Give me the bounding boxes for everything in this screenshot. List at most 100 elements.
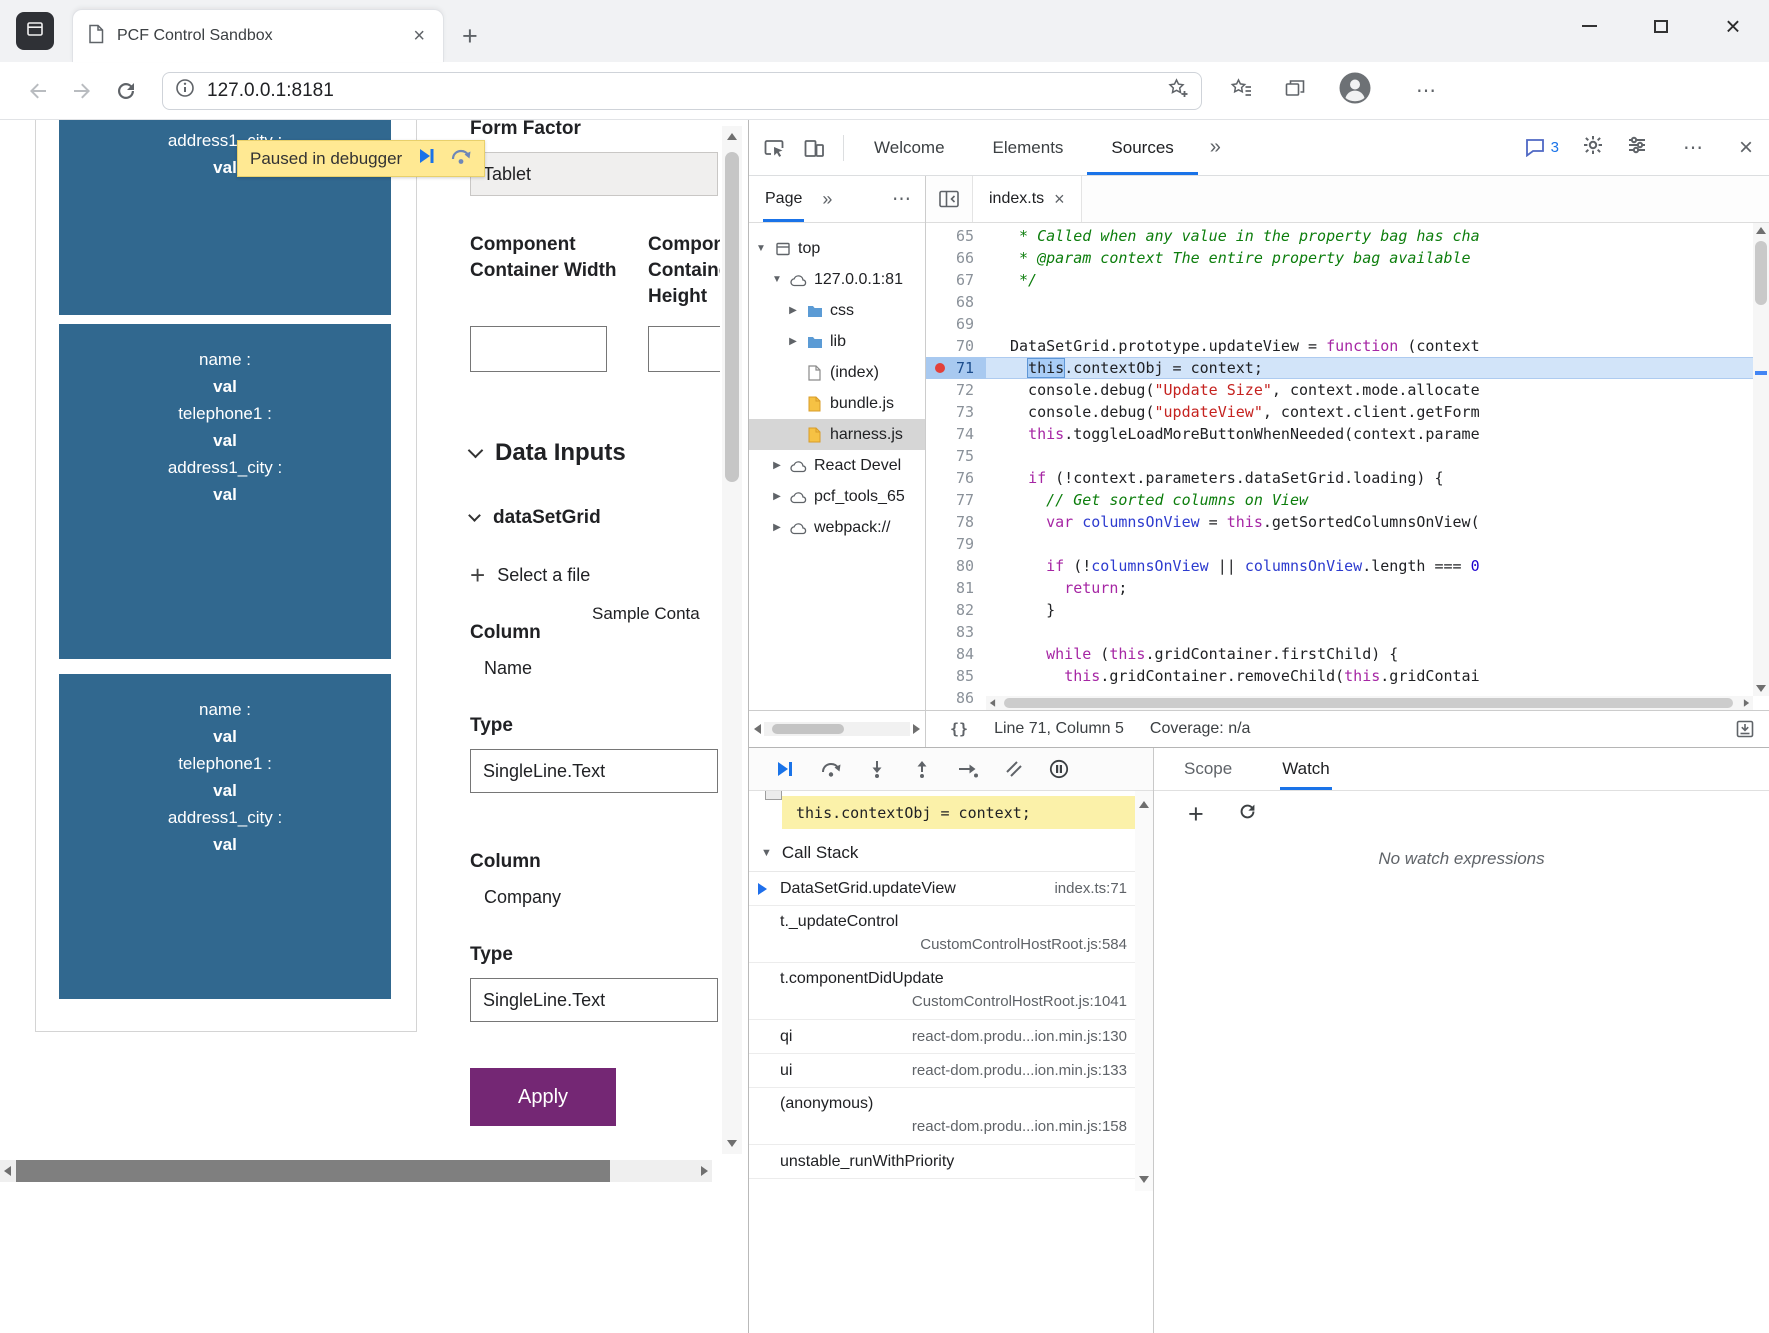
site-info-icon[interactable] — [175, 78, 195, 103]
inspect-element-icon[interactable] — [763, 137, 785, 159]
editor-horizontal-scrollbar[interactable] — [986, 696, 1753, 710]
tree-item-bundle-js[interactable]: bundle.js — [749, 388, 925, 419]
step-button[interactable] — [957, 759, 979, 779]
file-tab-close-icon[interactable]: × — [1054, 189, 1065, 210]
scrollbar-thumb[interactable] — [772, 724, 844, 734]
line-number[interactable]: 79 — [926, 533, 986, 555]
apply-button[interactable]: Apply — [470, 1068, 616, 1126]
pretty-print-icon[interactable]: {} — [950, 720, 968, 738]
page-vertical-scrollbar[interactable] — [722, 126, 742, 1154]
scroll-up-icon[interactable] — [727, 133, 737, 140]
code-line[interactable]: 78 var columnsOnView = this.getSortedCol… — [926, 511, 1753, 533]
code-line[interactable]: 82 } — [926, 599, 1753, 621]
add-watch-expression-icon[interactable]: + — [1188, 801, 1204, 828]
step-out-button[interactable] — [912, 759, 932, 779]
line-number[interactable]: 75 — [926, 445, 986, 467]
line-number[interactable]: 72 — [926, 379, 986, 401]
devtools-tab-elements[interactable]: Elements — [969, 120, 1088, 175]
navigator-horizontal-scrollbar[interactable] — [749, 711, 926, 747]
code-line[interactable]: 80 if (!columnsOnView || columnsOnView.l… — [926, 555, 1753, 577]
code-line[interactable]: 79 — [926, 533, 1753, 555]
call-stack-frame[interactable]: t.componentDidUpdateCustomControlHostRoo… — [749, 963, 1135, 1020]
navigator-tab-page[interactable]: Page — [763, 176, 804, 222]
settings-gear-icon[interactable] — [1583, 135, 1603, 160]
code-line[interactable]: 77 // Get sorted columns on View — [926, 489, 1753, 511]
code-line[interactable]: 73 console.debug("updateView", context.c… — [926, 401, 1753, 423]
scroll-down-icon[interactable] — [1756, 685, 1766, 692]
scroll-up-icon[interactable] — [1756, 227, 1766, 234]
tab-watch[interactable]: Watch — [1280, 748, 1332, 790]
step-into-button[interactable] — [867, 759, 887, 779]
call-stack-frame[interactable]: (anonymous)react-dom.produ...ion.min.js:… — [749, 1088, 1135, 1145]
form-factor-select[interactable]: Tablet — [470, 152, 718, 196]
expander-icon[interactable]: ▼ — [771, 274, 783, 285]
line-number[interactable]: 86 — [926, 687, 986, 709]
line-number[interactable]: 71 — [926, 357, 986, 379]
call-stack-frame[interactable]: uireact-dom.produ...ion.min.js:133 — [749, 1054, 1135, 1088]
tree-item-webpack-[interactable]: ▶webpack:// — [749, 512, 925, 543]
scroll-left-icon[interactable] — [754, 724, 761, 734]
devtools-tab-welcome[interactable]: Welcome — [850, 120, 969, 175]
scroll-left-icon[interactable] — [4, 1166, 11, 1176]
new-tab-button[interactable]: + — [462, 21, 478, 52]
expander-icon[interactable]: ▶ — [771, 491, 783, 502]
step-over-icon[interactable] — [450, 147, 472, 170]
call-stack-frame[interactable]: t._updateControlCustomControlHostRoot.js… — [749, 906, 1135, 963]
page-horizontal-scrollbar[interactable] — [0, 1160, 712, 1182]
browser-tab[interactable]: PCF Control Sandbox × — [72, 9, 444, 62]
minimize-button[interactable] — [1553, 0, 1625, 52]
code-line[interactable]: 70DataSetGrid.prototype.updateView = fun… — [926, 335, 1753, 357]
window-close-button[interactable]: × — [1697, 0, 1769, 52]
line-number[interactable]: 67 — [926, 269, 986, 291]
code-line[interactable]: 67 */ — [926, 269, 1753, 291]
code-line[interactable]: 74 this.toggleLoadMoreButtonWhenNeeded(c… — [926, 423, 1753, 445]
call-stack-header[interactable]: ▼ Call Stack — [749, 835, 1135, 872]
resume-script-button[interactable] — [775, 759, 795, 779]
console-messages-badge[interactable]: 3 — [1525, 138, 1559, 157]
scrollbar-track[interactable] — [764, 722, 910, 736]
back-button[interactable] — [16, 70, 60, 112]
container-width-input[interactable] — [470, 326, 607, 372]
line-number[interactable]: 85 — [926, 665, 986, 687]
code-line[interactable]: 71 this.contextObj = context; — [926, 357, 1753, 379]
tree-item-127-0-0-1-81[interactable]: ▼127.0.0.1:81 — [749, 264, 925, 295]
editor-vertical-scrollbar[interactable] — [1753, 223, 1769, 696]
line-number[interactable]: 73 — [926, 401, 986, 423]
scroll-left-icon[interactable] — [990, 699, 995, 707]
scroll-right-icon[interactable] — [913, 724, 920, 734]
tab-scope[interactable]: Scope — [1182, 748, 1234, 790]
forward-button[interactable] — [60, 70, 104, 112]
refresh-watch-icon[interactable] — [1238, 802, 1257, 826]
line-number[interactable]: 66 — [926, 247, 986, 269]
sections-scrollbar[interactable] — [1135, 791, 1153, 1191]
scrollbar-thumb[interactable] — [725, 152, 739, 482]
data-inputs-section-header[interactable]: Data Inputs — [470, 436, 720, 470]
code-line[interactable]: 68 — [926, 291, 1753, 313]
line-number[interactable]: 76 — [926, 467, 986, 489]
scrollbar-thumb[interactable] — [16, 1160, 610, 1182]
resume-script-icon[interactable] — [416, 146, 436, 171]
browser-menu-icon[interactable]: ⋯ — [1404, 78, 1448, 103]
refresh-button[interactable] — [104, 70, 148, 112]
deactivate-breakpoints-button[interactable] — [1004, 759, 1024, 779]
scrollbar-thumb[interactable] — [1004, 698, 1733, 708]
code-line[interactable]: 75 — [926, 445, 1753, 467]
line-number[interactable]: 78 — [926, 511, 986, 533]
line-number[interactable]: 81 — [926, 577, 986, 599]
url-text[interactable]: 127.0.0.1:8181 — [207, 80, 334, 102]
add-favorite-icon[interactable] — [1167, 78, 1189, 103]
expander-icon[interactable]: ▶ — [771, 460, 783, 471]
code-line[interactable]: 69 — [926, 313, 1753, 335]
code-line[interactable]: 66 * @param context The entire property … — [926, 247, 1753, 269]
scroll-up-icon[interactable] — [1139, 801, 1149, 808]
type-select[interactable]: SingleLine.Text — [470, 978, 718, 1022]
tree-item-react-devel[interactable]: ▶React Devel — [749, 450, 925, 481]
code-line[interactable]: 76 if (!context.parameters.dataSetGrid.l… — [926, 467, 1753, 489]
code-line[interactable]: 84 while (this.gridContainer.firstChild)… — [926, 643, 1753, 665]
scrollbar-thumb[interactable] — [1755, 241, 1767, 305]
scroll-right-icon[interactable] — [701, 1166, 708, 1176]
devtools-menu-icon[interactable]: ⋯ — [1671, 135, 1715, 160]
code-editor[interactable]: 65 * Called when any value in the proper… — [926, 223, 1769, 710]
tab-close-icon[interactable]: × — [409, 25, 429, 48]
line-number[interactable]: 74 — [926, 423, 986, 445]
